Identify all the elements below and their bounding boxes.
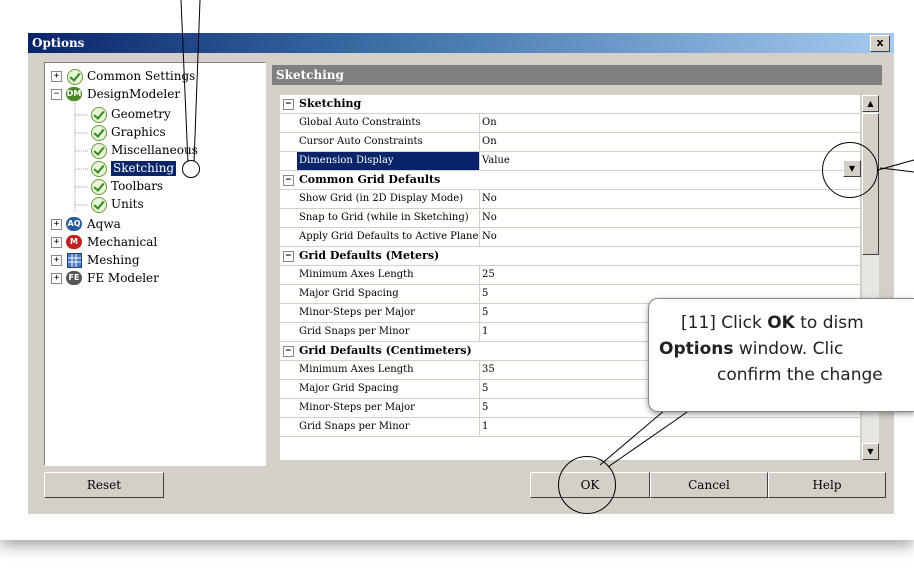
callout-line-3: confirm the change — [717, 365, 883, 385]
annotation-lines — [180, 0, 914, 468]
callout-text: [11] Click — [681, 313, 768, 333]
callout-text: to dism — [794, 313, 864, 333]
callout-bold-text: Options — [659, 339, 734, 359]
annotation-circle-ok — [558, 456, 616, 514]
callout-bold-text: OK — [767, 313, 795, 333]
callout-line-2: Options window. Clic — [659, 339, 843, 359]
annotation-circle-sketching — [182, 160, 200, 178]
callout-line-1: [11] Click OK to dism — [681, 313, 864, 333]
callout-text: window. Clic — [733, 339, 844, 359]
instruction-callout: [11] Click OK to dism Options window. Cl… — [648, 298, 914, 412]
annotation-circle-dropdown — [822, 142, 878, 198]
